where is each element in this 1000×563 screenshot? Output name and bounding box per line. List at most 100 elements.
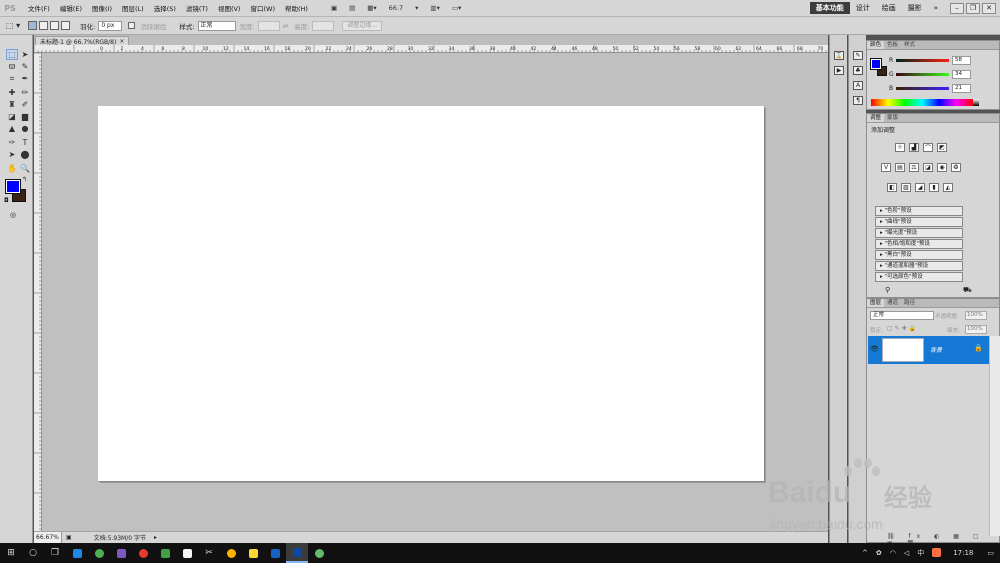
photo-filter-icon[interactable]: ◉ — [937, 163, 947, 172]
red-value[interactable]: 58 — [952, 56, 971, 65]
menu-item[interactable]: 滤镜(T) — [181, 3, 213, 13]
dodge-tool-icon[interactable]: ● — [19, 123, 31, 134]
posterize-icon[interactable]: ▨ — [901, 183, 911, 192]
pen-tool-icon[interactable]: ✑ — [6, 137, 18, 148]
panel-tab[interactable]: 图层 — [867, 299, 885, 307]
intersect-selection-icon[interactable] — [61, 21, 71, 30]
search-icon[interactable]: ○ — [22, 543, 44, 563]
healing-brush-icon[interactable]: ✚ — [6, 87, 18, 98]
document-canvas[interactable] — [98, 106, 764, 481]
style-select[interactable]: 正常 — [197, 20, 236, 31]
height-input[interactable] — [312, 20, 335, 31]
tool-preset-icon[interactable]: ⬚ ▾ — [6, 21, 20, 30]
chrome-icon[interactable] — [132, 543, 154, 563]
history-brush-icon[interactable]: ✐ — [19, 99, 31, 110]
color-spectrum-ramp[interactable] — [871, 99, 973, 106]
antialias-checkbox[interactable] — [128, 22, 136, 29]
browser-icon[interactable] — [220, 543, 242, 563]
foreground-color-swatch[interactable] — [5, 179, 21, 194]
panel-tab[interactable]: 颜色 — [867, 41, 885, 49]
menu-item[interactable]: 选择(S) — [149, 3, 181, 13]
lock-icons[interactable]: □✎✚🔒 — [887, 325, 918, 332]
color-balance-icon[interactable]: ⚖ — [909, 163, 919, 172]
gradient-tool-icon[interactable]: ▆ — [19, 111, 31, 122]
menu-item[interactable]: 窗口(W) — [245, 3, 280, 13]
green-slider[interactable] — [896, 73, 949, 76]
windows-start-icon[interactable]: ⊞ — [0, 543, 22, 563]
quick-selection-icon[interactable]: ✎ — [19, 61, 31, 72]
panel-tab[interactable]: 样式 — [901, 41, 918, 49]
word-icon[interactable] — [264, 543, 286, 563]
zoom-tool-icon[interactable]: 🔍 — [19, 163, 31, 174]
preset-item[interactable]: ▸ "曝光度"预设 — [875, 228, 963, 238]
width-input[interactable] — [257, 20, 280, 31]
preset-item[interactable]: ▸ "色相/饱和度"预设 — [875, 239, 963, 249]
menu-item[interactable]: 图像(I) — [87, 3, 117, 13]
move-tool-icon[interactable]: ➤ — [19, 49, 31, 60]
zoom-level-select[interactable]: 66.7 — [385, 2, 407, 14]
close-icon[interactable]: ✕ — [982, 2, 996, 14]
workspace-1[interactable]: 设计 — [850, 2, 876, 14]
tray-expand-icon[interactable]: ^ — [862, 549, 868, 557]
green-value[interactable]: 34 — [952, 70, 971, 79]
black-white-icon[interactable]: ◪ — [923, 163, 933, 172]
tool-app-icon[interactable]: ✂ — [198, 543, 220, 563]
file-explorer-icon[interactable] — [242, 543, 264, 563]
eyedropper-icon[interactable]: ✒ — [19, 73, 31, 84]
brightness-contrast-icon[interactable]: ☼ — [895, 143, 905, 152]
preset-item[interactable]: ▸ "曲线"预设 — [875, 217, 963, 227]
red-slider[interactable] — [896, 59, 949, 62]
adjustment-footer-left-icon[interactable]: ⚲ — [885, 286, 890, 294]
layer-visibility-icon[interactable]: 👁 — [870, 345, 879, 353]
brush-tool-icon[interactable]: ✏ — [19, 87, 31, 98]
threshold-icon[interactable]: ◢ — [915, 183, 925, 192]
actions-panel-icon[interactable]: ▶ — [834, 66, 844, 75]
screen-mode-icon[interactable]: ▭▾ — [448, 2, 465, 14]
hue-saturation-icon[interactable]: ▤ — [895, 163, 905, 172]
layers-scrollbar[interactable] — [989, 336, 1000, 536]
quick-mask-icon[interactable]: ◎ — [10, 211, 22, 219]
close-tab-icon[interactable]: × — [119, 38, 124, 45]
levels-icon[interactable]: ▟ — [909, 143, 919, 152]
view-extras-icon[interactable]: ▦▾ — [363, 2, 380, 14]
new-selection-icon[interactable] — [28, 21, 38, 30]
visual-studio-icon[interactable] — [110, 543, 132, 563]
character-panel-icon[interactable]: A — [853, 81, 863, 90]
panel-tab[interactable]: 色板 — [884, 41, 901, 49]
workspace-2[interactable]: 绘画 — [876, 2, 902, 14]
preset-item[interactable]: ▸ "黑白"预设 — [875, 250, 963, 260]
clone-stamp-icon[interactable]: ♜ — [6, 99, 18, 110]
volume-icon[interactable]: ◁ — [904, 549, 909, 557]
feather-input[interactable]: 0 px — [98, 20, 123, 31]
panel-tab[interactable]: 路径 — [901, 299, 918, 307]
ime-app-icon[interactable] — [932, 547, 942, 559]
preset-item[interactable]: ▸ "通道混和器"预设 — [875, 261, 963, 271]
workspace-3[interactable]: 摄影 — [902, 2, 928, 14]
black-white-ramp[interactable] — [973, 99, 979, 106]
invert-icon[interactable]: ◧ — [887, 183, 897, 192]
color-panel-foreground-swatch[interactable] — [870, 58, 882, 70]
edge-icon[interactable] — [66, 543, 88, 563]
notification-icon[interactable]: ▭ — [987, 549, 994, 557]
arrange-documents-icon[interactable]: ▥▾ — [426, 2, 443, 14]
document-tab[interactable]: 未标题-1 @ 66.7%(RGB/8) × — [35, 36, 130, 46]
exposure-icon[interactable]: ◩ — [937, 143, 947, 152]
panel-tab[interactable]: 调整 — [867, 114, 885, 122]
swap-colors-icon[interactable]: ↰ — [22, 176, 27, 183]
lasso-tool-icon[interactable]: ϖ — [6, 61, 18, 72]
blur-tool-icon[interactable]: ▲ — [6, 123, 18, 134]
default-colors-icon[interactable]: ◘ — [4, 197, 9, 204]
panel-tab[interactable]: 蒙版 — [884, 114, 901, 122]
preset-item[interactable]: ▸ "色阶"预设 — [875, 206, 963, 216]
hand-tool-icon[interactable]: ✋ — [6, 163, 18, 174]
blend-mode-select[interactable]: 正常 — [870, 311, 934, 320]
photoshop-taskbar-icon[interactable] — [286, 543, 308, 563]
tray-app-icon[interactable]: ✿ — [876, 549, 882, 557]
shape-tool-icon[interactable]: ⬤ — [19, 149, 31, 160]
workspace-0[interactable]: 基本功能 — [809, 2, 850, 14]
task-view-icon[interactable]: ❐ — [44, 543, 66, 563]
eraser-tool-icon[interactable]: ◪ — [6, 111, 18, 122]
clock[interactable]: 17:18 — [953, 549, 973, 557]
menu-item[interactable]: 编辑(E) — [55, 3, 87, 13]
zoom-field[interactable]: 66.67% — [34, 532, 62, 543]
